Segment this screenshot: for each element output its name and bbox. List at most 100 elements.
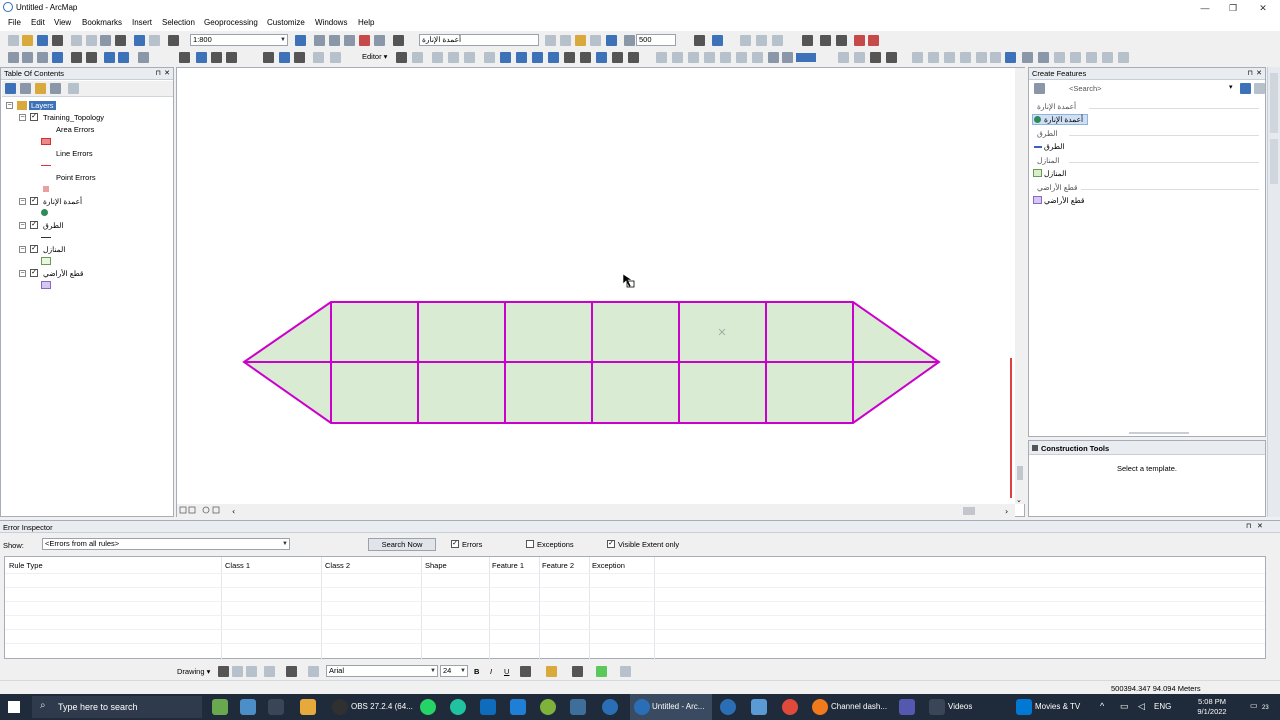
effects-icon-6[interactable] [1102, 52, 1113, 63]
horizontal-scrollbar[interactable] [177, 504, 1015, 518]
template-item-label[interactable]: الطرق [1044, 142, 1064, 151]
layout-view-icon[interactable] [838, 52, 849, 63]
effects-icon-7[interactable] [1118, 52, 1129, 63]
rectangle-tool-icon[interactable] [264, 666, 275, 677]
chevron-down-icon[interactable]: ▾ [1229, 83, 1233, 91]
menu-windows[interactable]: Windows [315, 18, 347, 27]
template-search-input[interactable]: <Search> [1069, 83, 1229, 95]
bold-button[interactable]: B [474, 667, 479, 676]
topology-layer-label[interactable]: Training_Topology [43, 113, 104, 122]
menu-help[interactable]: Help [358, 18, 374, 27]
organize-templates-icon[interactable] [1034, 83, 1045, 94]
advanced-editing-icon-4[interactable] [960, 52, 971, 63]
collapse-topology-icon[interactable]: − [19, 114, 26, 121]
exceptions-checkbox[interactable] [526, 540, 534, 548]
visible-extent-checkbox[interactable]: ✓ [607, 540, 615, 548]
edit-vertices-tool-icon[interactable] [612, 52, 623, 63]
taskbar-app-obs[interactable]: OBS 27.2.4 (64... [351, 702, 413, 711]
topology-rules-icon[interactable] [836, 35, 847, 46]
georef-icon-6[interactable] [736, 52, 747, 63]
forward-arrow-icon[interactable] [118, 52, 129, 63]
zoom-in-icon[interactable] [8, 52, 19, 63]
snapping-icon[interactable] [545, 35, 556, 46]
underline-button[interactable]: U [504, 667, 509, 676]
editor-toolbar-icon[interactable] [295, 35, 306, 46]
file-explorer-icon[interactable] [300, 699, 316, 715]
clock-time[interactable]: 5:08 PM [1188, 697, 1236, 706]
scroll-right-arrow-icon[interactable]: › [1005, 507, 1008, 516]
arcgis-pro-icon[interactable] [602, 699, 618, 715]
identify-info-icon[interactable] [196, 52, 207, 63]
show-errors-combo[interactable]: <Errors from all rules> ▼ [42, 538, 290, 550]
full-extent-globe-icon[interactable] [52, 52, 63, 63]
collapse-houses-icon[interactable]: − [19, 246, 26, 253]
catalog-dock-tab[interactable] [1270, 139, 1278, 184]
editor-menu[interactable]: Editor ▾ [362, 52, 387, 61]
advanced-editing-icon-1[interactable] [912, 52, 923, 63]
select-elements-arrow-icon[interactable] [179, 52, 190, 63]
taskbar-app-arcmap[interactable]: Untitled - Arc... [652, 702, 704, 711]
search-options-icon[interactable] [1254, 83, 1265, 94]
select-features-icon[interactable] [138, 52, 149, 63]
toc-options-icon[interactable] [68, 83, 79, 94]
find-route-icon[interactable] [279, 52, 290, 63]
light-poles-layer-label[interactable]: أعمدة الإنارة [43, 197, 82, 206]
add-data-icon[interactable] [168, 35, 179, 46]
task-view-icon[interactable] [268, 699, 284, 715]
cut-icon[interactable] [71, 35, 82, 46]
outlook-icon[interactable] [480, 699, 496, 715]
volume-icon[interactable]: ◁ [1138, 701, 1145, 712]
georef-icon-1[interactable] [656, 52, 667, 63]
pin-icon[interactable]: ⊓ [156, 68, 161, 79]
map-canvas[interactable]: ⌄ ‹ › [177, 68, 1026, 518]
select-elements-icon[interactable] [218, 666, 229, 677]
attributes-icon[interactable] [590, 35, 601, 46]
list-by-selection-icon[interactable] [50, 83, 61, 94]
paste-icon[interactable] [100, 35, 111, 46]
find-binoculars-icon[interactable] [263, 52, 274, 63]
taskbar-search-placeholder[interactable]: Type here to search [58, 702, 138, 712]
rotate-element-icon[interactable] [232, 666, 243, 677]
advanced-editing-icon-5[interactable] [976, 52, 987, 63]
topology-edit-icon[interactable] [628, 52, 639, 63]
arctoolbox-dock-tab[interactable] [1270, 73, 1278, 133]
layout-icon-2[interactable] [782, 52, 793, 63]
topology-icon[interactable] [606, 35, 617, 46]
list-by-source-icon[interactable] [20, 83, 31, 94]
menu-edit[interactable]: Edit [31, 18, 45, 27]
map-view[interactable]: ⌄ ‹ › [176, 67, 1026, 518]
menu-customize[interactable]: Customize [267, 18, 305, 27]
close-panel-icon[interactable]: ✕ [1256, 68, 1262, 79]
clock-date[interactable]: 9/1/2022 [1188, 707, 1236, 716]
effects-icon-4[interactable] [1070, 52, 1081, 63]
scroll-left-arrow-icon[interactable]: ‹ [232, 507, 235, 516]
copy-icon[interactable] [86, 35, 97, 46]
app-icon[interactable] [450, 699, 466, 715]
column-header-feature-1[interactable]: Feature 1 [492, 561, 524, 570]
effects-icon-3[interactable] [1054, 52, 1065, 63]
edit-annotation-icon[interactable] [412, 52, 423, 63]
error-inspector-icon[interactable] [820, 35, 831, 46]
menu-insert[interactable]: Insert [132, 18, 152, 27]
mark-exception-icon[interactable] [854, 35, 865, 46]
pause-drawing-icon[interactable] [886, 52, 897, 63]
close-panel-icon[interactable]: ✕ [164, 68, 170, 79]
data-view-icon[interactable] [854, 52, 865, 63]
sketch-properties-icon[interactable] [580, 52, 591, 63]
layers-root-label[interactable]: Layers [29, 101, 56, 110]
globe-icon[interactable] [1005, 52, 1016, 63]
splitter-grip[interactable] [1129, 432, 1189, 434]
hyperlink-icon[interactable] [211, 52, 222, 63]
target-layer-combo[interactable]: أعمدة الإنارة [419, 34, 539, 46]
column-header-exception[interactable]: Exception [592, 561, 625, 570]
collapse-light-poles-icon[interactable]: − [19, 198, 26, 205]
errors-checkbox[interactable]: ✓ [451, 540, 459, 548]
template-item-label[interactable]: قطع الأراضي [1044, 196, 1085, 205]
sketch-icon[interactable] [575, 35, 586, 46]
time-slider-icon[interactable] [330, 52, 341, 63]
teams-icon[interactable] [899, 699, 915, 715]
marker-color-icon[interactable] [596, 666, 607, 677]
font-color-icon[interactable] [520, 666, 531, 677]
vertical-scrollbar[interactable] [1015, 68, 1025, 504]
topology-visibility-checkbox[interactable]: ✓ [30, 113, 38, 121]
